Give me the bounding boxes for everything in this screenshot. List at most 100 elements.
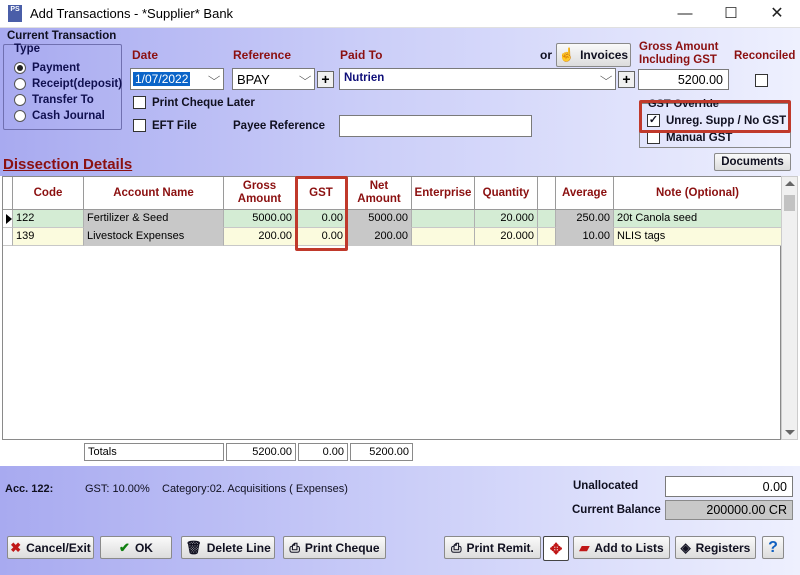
dissection-details-title: Dissection Details: [3, 156, 133, 173]
account-code-info: Acc. 122:: [5, 483, 54, 495]
gross-amount-field[interactable]: 5200.00: [638, 69, 729, 90]
chevron-down-icon[interactable]: ⌵: [208, 71, 221, 84]
table-row[interactable]: 139 Livestock Expenses 200.00 0.00 200.0…: [3, 228, 781, 246]
radio-cash-journal[interactable]: Cash Journal: [14, 110, 105, 122]
cell-average[interactable]: 250.00: [556, 210, 614, 228]
delete-line-label: Delete Line: [206, 540, 271, 555]
cell-quantity[interactable]: 20.000: [475, 210, 538, 228]
header-quantity[interactable]: Quantity: [475, 177, 538, 209]
delete-line-button[interactable]: 🗑 Delete Line: [181, 536, 275, 559]
arrows-icon: ✥: [549, 540, 563, 558]
help-button[interactable]: ?: [762, 536, 784, 559]
cell-average[interactable]: 10.00: [556, 228, 614, 246]
scroll-up-icon[interactable]: [785, 181, 795, 186]
payee-reference-input[interactable]: [339, 115, 532, 137]
date-label: Date: [132, 48, 159, 62]
title-bar: PS Add Transactions - *Supplier* Bank — …: [0, 0, 800, 28]
cell-enterprise[interactable]: [412, 228, 475, 246]
printer-icon: ⎙: [451, 539, 462, 555]
cell-code[interactable]: 122: [13, 210, 84, 228]
paid-to-value: Nutrien: [344, 72, 385, 84]
registers-label: Registers: [695, 540, 751, 555]
cell-unit[interactable]: [538, 228, 556, 246]
category-info: Category:02. Acquisitions ( Expenses): [162, 483, 348, 495]
print-cheque-button[interactable]: ⎙ Print Cheque: [283, 536, 386, 559]
highlight-box-gst-column: [295, 176, 348, 251]
payee-reference-label: Payee Reference: [233, 120, 326, 132]
minimize-button[interactable]: —: [662, 0, 708, 28]
gross-amount-label: Gross Amount Including GST: [639, 41, 718, 67]
radio-indicator: [14, 78, 26, 90]
invoices-button-label: Invoices: [580, 48, 629, 62]
cell-quantity[interactable]: 20.000: [475, 228, 538, 246]
registers-button[interactable]: ◈ Registers: [675, 536, 756, 559]
reference-value: BPAY: [237, 72, 270, 87]
close-button[interactable]: ✕: [754, 0, 800, 28]
add-to-lists-button[interactable]: ▰ Add to Lists: [573, 536, 670, 559]
dissection-grid: Code Account Name Gross Amount GST Net A…: [2, 176, 781, 440]
cell-note[interactable]: NLIS tags: [614, 228, 781, 246]
chevron-down-icon[interactable]: ⌵: [299, 71, 312, 84]
documents-button[interactable]: Documents: [714, 153, 791, 171]
paid-to-field[interactable]: Nutrien ⌵: [339, 68, 616, 90]
header-account-name[interactable]: Account Name: [84, 177, 224, 209]
maximize-button[interactable]: ☐: [708, 0, 754, 28]
header-net-amount[interactable]: Net Amount: [347, 177, 412, 209]
eft-file-checkbox[interactable]: EFT File: [133, 119, 197, 132]
header-unit[interactable]: [538, 177, 556, 209]
add-payee-button[interactable]: +: [618, 71, 635, 88]
cell-account-name[interactable]: Fertilizer & Seed: [84, 210, 224, 228]
cell-note[interactable]: 20t Canola seed: [614, 210, 781, 228]
radio-receipt[interactable]: Receipt(deposit): [14, 78, 122, 90]
print-cheque-later-checkbox[interactable]: Print Cheque Later: [133, 96, 255, 109]
cell-unit[interactable]: [538, 210, 556, 228]
printer-icon: ⎙: [289, 539, 300, 555]
cell-enterprise[interactable]: [412, 210, 475, 228]
reference-field[interactable]: BPAY ⌵: [232, 68, 315, 90]
invoices-button[interactable]: ☝ Invoices: [556, 43, 631, 67]
checkbox-label: Print Cheque Later: [152, 96, 255, 109]
current-balance-label: Current Balance: [572, 504, 661, 516]
header-indicator: [3, 177, 13, 209]
cell-net[interactable]: 200.00: [347, 228, 412, 246]
radio-label: Receipt(deposit): [32, 78, 123, 90]
cell-net[interactable]: 5000.00: [347, 210, 412, 228]
grid-header: Code Account Name Gross Amount GST Net A…: [3, 177, 781, 210]
radio-payment[interactable]: Payment: [14, 62, 80, 74]
totals-row: Totals 5200.00 0.00 5200.00: [2, 443, 413, 461]
chevron-down-icon[interactable]: ⌵: [600, 71, 613, 84]
cell-code[interactable]: 139: [13, 228, 84, 246]
date-field[interactable]: 1/07/2022 ⌵: [130, 68, 224, 90]
grid-scrollbar[interactable]: [781, 176, 798, 440]
unallocated-value: 0.00: [665, 476, 793, 497]
header-code[interactable]: Code: [13, 177, 84, 209]
cell-gross[interactable]: 5000.00: [224, 210, 296, 228]
add-reference-button[interactable]: +: [317, 71, 334, 88]
cell-account-name[interactable]: Livestock Expenses: [84, 228, 224, 246]
cancel-exit-button[interactable]: ✖ Cancel/Exit: [7, 536, 94, 559]
checkmark-icon: ✔: [119, 539, 130, 555]
header-gross-amount[interactable]: Gross Amount: [224, 177, 296, 209]
header-note[interactable]: Note (Optional): [614, 177, 781, 209]
scroll-down-icon[interactable]: [785, 430, 795, 435]
reference-label: Reference: [233, 48, 292, 62]
print-remit-label: Print Remit.: [466, 540, 534, 555]
scroll-thumb[interactable]: [784, 195, 795, 211]
header-enterprise[interactable]: Enterprise: [412, 177, 475, 209]
highlight-box-unreg-supp: [639, 100, 791, 133]
type-group-title: Type: [14, 43, 40, 55]
radio-indicator: [14, 94, 26, 106]
radio-transfer-to[interactable]: Transfer To: [14, 94, 94, 106]
table-row[interactable]: 122 Fertilizer & Seed 5000.00 0.00 5000.…: [3, 210, 781, 228]
header-average[interactable]: Average: [556, 177, 614, 209]
checkbox-box: [133, 96, 146, 109]
tag-icon: ◈: [680, 539, 691, 555]
cell-gross[interactable]: 200.00: [224, 228, 296, 246]
dissection-grid-area: Code Account Name Gross Amount GST Net A…: [0, 176, 800, 466]
row-indicator-icon: [3, 210, 13, 228]
print-remit-button[interactable]: ⎙ Print Remit.: [444, 536, 541, 559]
reconciled-label: Reconciled: [734, 50, 796, 62]
reconciled-checkbox[interactable]: [755, 74, 768, 87]
split-arrows-button[interactable]: ✥: [543, 536, 569, 561]
ok-button[interactable]: ✔ OK: [100, 536, 172, 559]
